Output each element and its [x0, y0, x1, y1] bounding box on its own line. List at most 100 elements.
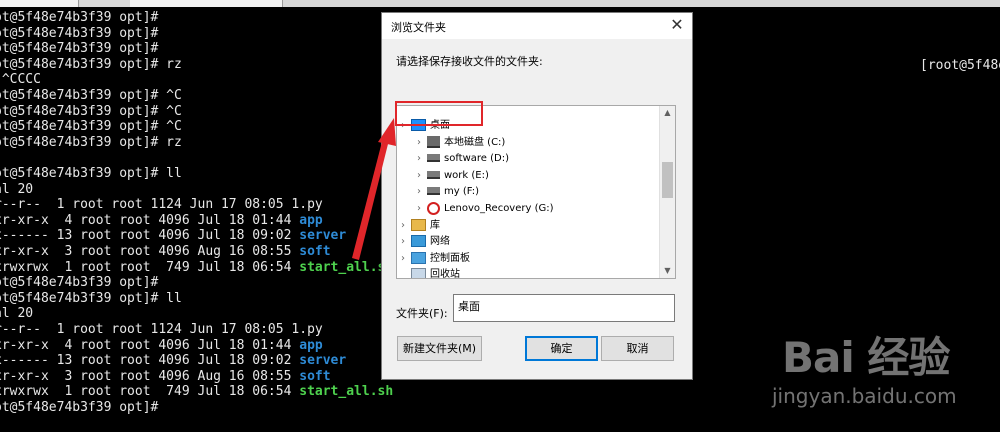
terminal-line: ot@5f48e74b3f39 opt]# ^C: [0, 104, 182, 119]
browse-folder-dialog: 浏览文件夹 ✕ 请选择保存接收文件的文件夹: › 桌面 › 本地磁盘 (C:) › sof…: [381, 12, 693, 380]
terminal-text: ot@5f48e74b3f39 opt]# rz: [0, 56, 182, 72]
terminal-line: xrwxrwx 1 root root 749 Jul 18 06:54 sta…: [0, 260, 393, 275]
terminal-line: ot@5f48e74b3f39 opt]#: [0, 275, 158, 290]
terminal-tab[interactable]: [130, 0, 193, 7]
tree-item[interactable]: › 网络: [401, 234, 450, 250]
terminal-dir-name: start_all.sh: [299, 384, 394, 400]
terminal-text: ot@5f48e74b3f39 opt]# rz: [0, 134, 182, 150]
chevron-right-icon[interactable]: ›: [401, 251, 411, 267]
chevron-right-icon[interactable]: ›: [417, 168, 427, 184]
network-icon: [411, 235, 426, 248]
scroll-thumb[interactable]: [662, 162, 673, 198]
terminal-line: xr-xr-x 3 root root 4096 Aug 16 08:55 so…: [0, 244, 331, 259]
terminal-tab[interactable]: [0, 0, 79, 7]
terminal-line: ot@5f48e74b3f39 opt]# rz: [0, 57, 182, 72]
terminal-text: xr-xr-x 4 root root 4096 Jul 18 01:44: [0, 337, 300, 353]
tree-item[interactable]: › 控制面板: [401, 251, 470, 267]
terminal-line: r--r-- 1 root root 1124 Jun 17 08:05 1.p…: [0, 197, 323, 212]
drive-icon: [427, 154, 440, 163]
drive-icon: [427, 187, 440, 196]
control-panel-icon: [411, 251, 426, 264]
terminal-right-prompt: [root@5f48e: [920, 58, 1000, 73]
chevron-right-icon[interactable]: ›: [417, 184, 427, 200]
drive-icon: [427, 170, 440, 179]
recovery-drive-icon: [427, 201, 440, 215]
cancel-button[interactable]: 取消: [601, 336, 674, 361]
terminal-line: ot@5f48e74b3f39 opt]#: [0, 26, 158, 41]
tree-item-label: my (F:): [444, 186, 479, 198]
terminal-text: al 20: [0, 181, 34, 197]
terminal-line: ot@5f48e74b3f39 opt]# ll: [0, 166, 182, 181]
tree-item[interactable]: › software (D:): [417, 151, 509, 167]
terminal-text: ot@5f48e74b3f39 opt]# ll: [0, 166, 182, 181]
tree-item-label: software (D:): [444, 153, 509, 165]
library-icon: [411, 218, 426, 231]
new-folder-button[interactable]: 新建文件夹(M): [397, 336, 482, 361]
terminal-text: xrwxrwx 1 root root 749 Jul 18 06:54: [0, 384, 300, 400]
terminal-dir-name: server: [299, 228, 347, 244]
terminal-line: xr-xr-x 4 root root 4096 Jul 18 01:44 ap…: [0, 338, 323, 353]
terminal-line: ot@5f48e74b3f39 opt]# ^C: [0, 119, 182, 134]
terminal-line: ot@5f48e74b3f39 opt]#: [0, 41, 158, 56]
ok-button[interactable]: 确定: [525, 336, 598, 361]
chevron-right-icon[interactable]: ›: [417, 201, 427, 217]
chevron-right-icon[interactable]: ›: [417, 151, 427, 167]
chevron-right-icon[interactable]: ›: [401, 218, 411, 234]
tree-item[interactable]: › Lenovo_Recovery (G:): [417, 201, 554, 217]
dialog-titlebar: 浏览文件夹 ✕: [382, 13, 692, 39]
terminal-text: ^CCCC: [1, 72, 41, 88]
baidu-watermark: Bai 经验 jingyan.baidu.com: [770, 318, 1000, 432]
terminal-text: ot@5f48e74b3f39 opt]#: [0, 41, 159, 57]
terminal-line: al 20: [0, 182, 33, 197]
tree-item[interactable]: › work (E:): [417, 168, 489, 184]
watermark-url: jingyan.baidu.com: [772, 384, 957, 408]
terminal-text: ot@5f48e74b3f39 opt]# ^C: [0, 103, 182, 119]
desktop-highlight-box: [395, 101, 483, 126]
terminal-dir-name: server: [299, 353, 347, 369]
close-icon[interactable]: ✕: [668, 16, 686, 34]
terminal-line: ot@5f48e74b3f39 opt]# rz: [0, 135, 182, 150]
folder-tree[interactable]: › 桌面 › 本地磁盘 (C:) › software (D:) › work (E:) › my…: [396, 105, 676, 279]
scroll-up-icon[interactable]: ▲: [660, 106, 675, 120]
terminal-dir-name: app: [299, 212, 323, 228]
tree-item-label: 本地磁盘 (C:): [444, 136, 506, 148]
terminal-text: ot@5f48e74b3f39 opt]# ll: [0, 290, 182, 306]
terminal-line: ^CCCC: [0, 72, 41, 87]
terminal-dir-name: start_all.sh: [299, 259, 394, 275]
folder-field[interactable]: 桌面: [453, 294, 675, 322]
tree-item[interactable]: › 本地磁盘 (C:): [417, 135, 505, 151]
terminal-line: xrwxrwx 1 root root 749 Jul 18 06:54 sta…: [0, 384, 393, 399]
tree-item-label: work (E:): [444, 169, 489, 181]
watermark-logo: Bai 经验: [782, 333, 950, 382]
terminal-line: x------ 13 root root 4096 Jul 18 09:02 s…: [0, 353, 346, 368]
terminal-dir-name: soft: [299, 244, 331, 259]
terminal-tab[interactable]: [192, 0, 283, 7]
terminal-dir-name: soft: [299, 368, 331, 384]
terminal-text: ot@5f48e74b3f39 opt]#: [0, 275, 159, 291]
terminal-tab-strip: [0, 0, 1000, 7]
terminal-text: al 20: [0, 306, 34, 322]
folder-field-label: 文件夹(F):: [396, 307, 448, 320]
terminal-line: ot@5f48e74b3f39 opt]# ^C: [0, 88, 182, 103]
tree-item[interactable]: › 库: [401, 218, 440, 234]
terminal-text: xr-xr-x 4 root root 4096 Jul 18 01:44: [0, 212, 300, 228]
terminal-text: ot@5f48e74b3f39 opt]#: [0, 25, 159, 41]
terminal-line: al 20: [0, 306, 33, 321]
terminal-line: xr-xr-x 3 root root 4096 Aug 16 08:55 so…: [0, 369, 331, 384]
terminal-line: ot@5f48e74b3f39 opt]#: [0, 10, 158, 25]
terminal-text: xr-xr-x 3 root root 4096 Aug 16 08:55: [0, 368, 300, 384]
terminal-text: xr-xr-x 3 root root 4096 Aug 16 08:55: [0, 244, 300, 259]
tree-scrollbar[interactable]: ▲ ▼: [659, 106, 675, 278]
terminal-text: x------ 13 root root 4096 Jul 18 09:02: [0, 228, 300, 244]
scroll-down-icon[interactable]: ▼: [660, 264, 675, 278]
terminal-text: x------ 13 root root 4096 Jul 18 09:02: [0, 353, 300, 369]
tree-item[interactable]: 回收站: [401, 267, 460, 279]
chevron-right-icon[interactable]: ›: [401, 234, 411, 250]
chevron-right-icon[interactable]: ›: [417, 135, 427, 151]
terminal-text: r--r-- 1 root root 1124 Jun 17 08:05 1.p…: [0, 322, 323, 337]
terminal-line: r--r-- 1 root root 1124 Jun 17 08:05 1.p…: [0, 322, 323, 337]
tree-item-label: 回收站: [430, 269, 460, 279]
windows-drive-icon: [427, 135, 440, 148]
tree-item[interactable]: › my (F:): [417, 184, 479, 200]
recycle-bin-icon: [411, 268, 426, 278]
